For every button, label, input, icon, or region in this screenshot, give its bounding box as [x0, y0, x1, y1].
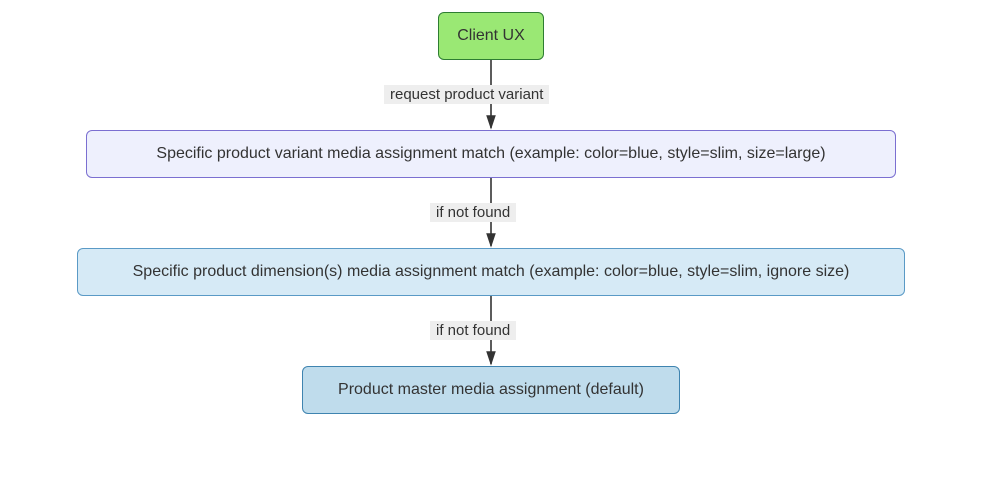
node-dimension-match-label: Specific product dimension(s) media assi… — [133, 263, 850, 281]
node-master-default: Product master media assignment (default… — [302, 366, 680, 414]
node-variant-match: Specific product variant media assignmen… — [86, 130, 896, 178]
edge-label-request-variant: request product variant — [384, 85, 549, 104]
edge-label-if-not-found-1: if not found — [430, 203, 516, 222]
flowchart: Client UX request product variant Specif… — [0, 0, 983, 500]
node-client-ux: Client UX — [438, 12, 544, 60]
node-variant-match-label: Specific product variant media assignmen… — [156, 145, 825, 163]
node-client-ux-label: Client UX — [457, 27, 525, 45]
node-dimension-match: Specific product dimension(s) media assi… — [77, 248, 905, 296]
edge-label-if-not-found-2: if not found — [430, 321, 516, 340]
node-master-default-label: Product master media assignment (default… — [338, 381, 644, 399]
